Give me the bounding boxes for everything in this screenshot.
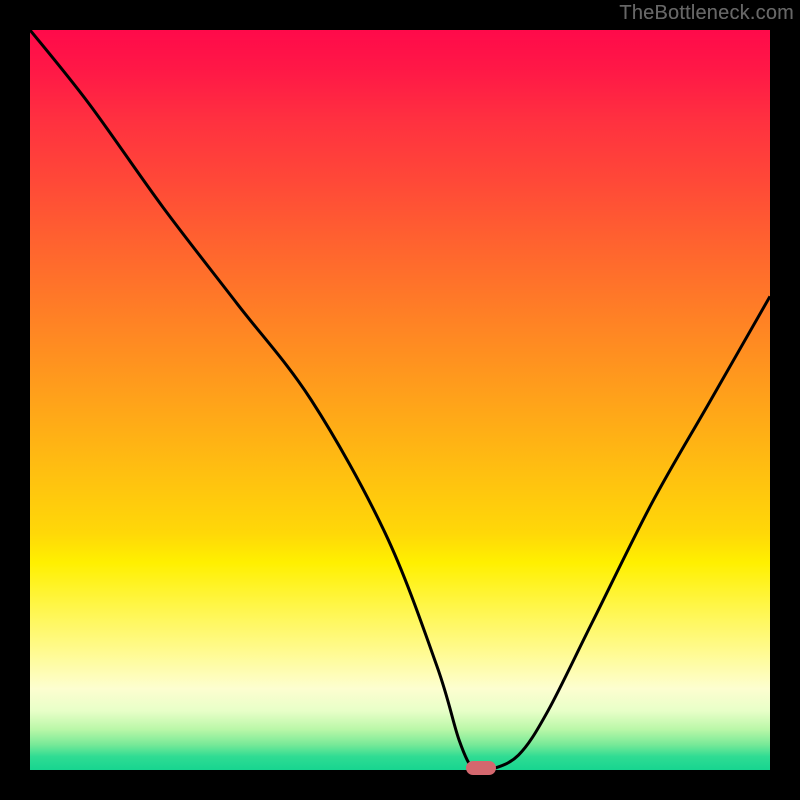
border-bottom bbox=[0, 770, 800, 800]
border-left bbox=[0, 0, 30, 800]
optimal-point-marker bbox=[466, 761, 496, 775]
watermark-text-overlay: TheBottleneck.com bbox=[619, 2, 794, 25]
chart-frame: TheBottleneck.com TheBottleneck.com bbox=[0, 0, 800, 800]
curve-path bbox=[30, 30, 770, 770]
bottleneck-curve bbox=[30, 30, 770, 770]
border-right bbox=[770, 0, 800, 800]
